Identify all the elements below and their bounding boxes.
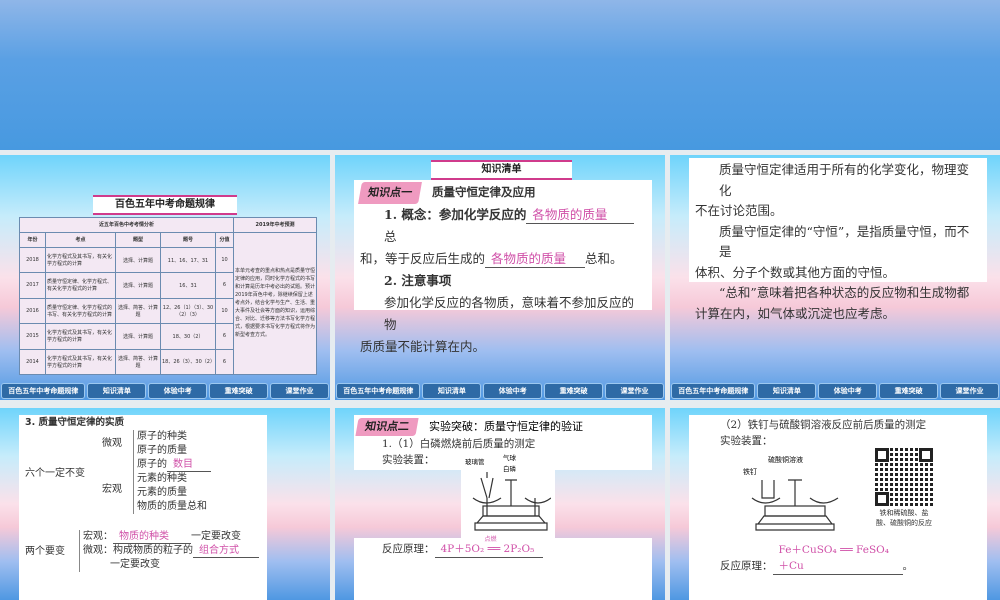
content-box: 3. 质量守恒定律的实质 六个一定不变 微观 宏观 原子的种类 原子的质量 原子… (19, 415, 267, 600)
text: 原子的 (137, 459, 167, 470)
text: 物质的质量总和 (137, 501, 207, 512)
text: 元素的质量 (137, 487, 187, 498)
nav-button[interactable]: 百色五年中考命题规律 (1, 383, 86, 399)
qr-finder (875, 448, 889, 462)
slide-4-thumbnail[interactable]: 3. 质量守恒定律的实质 六个一定不变 微观 宏观 原子的种类 原子的质量 原子… (0, 408, 330, 600)
prediction-text: 本单元考查的重点和热点是质量守恒定律的应用，同时化学方程式的书写和计算是历年中考… (233, 231, 317, 376)
text: （2）铁钉与硫酸铜溶液反应前后质量的测定 (720, 419, 927, 431)
figure-label: 气球 (503, 454, 516, 462)
text: 和，等于反应后生成的 (360, 251, 486, 266)
text: 原子的种类 (137, 431, 187, 442)
col-header: 年份 (19, 231, 46, 248)
answer-blank: 数目 (167, 458, 211, 472)
balance-with-flask-figure (472, 472, 551, 531)
col-header: 分值 (215, 231, 234, 248)
nav-button[interactable]: 知识清单 (87, 383, 147, 399)
reaction-condition: 点燃 (484, 536, 497, 543)
text: 微观： (83, 545, 113, 556)
text: “总和”意味着把各种状态的反应物和生成物都 (719, 285, 970, 300)
answer-blank: 各物质的质量 (526, 207, 635, 224)
nav-button[interactable]: 重难突破 (209, 383, 269, 399)
slide-6-thumbnail[interactable]: （2）铁钉与硫酸铜溶液反应前后质量的测定 实验装置： 铁钉 硫酸铜溶液 铁和稀硫… (670, 408, 1000, 600)
answer-blank: Fe＋CuSO₄ ══ FeSO₄＋Cu (772, 542, 903, 575)
nav-button[interactable]: 体验中考 (483, 383, 543, 399)
nav-button[interactable]: 百色五年中考命题规律 (671, 383, 756, 399)
text: 总和。 (585, 251, 623, 266)
qr-finder (919, 448, 933, 462)
nav-button[interactable]: 重难突破 (544, 383, 604, 399)
answer-blank: 4P＋5O₂ ══ 2P₂O₅ 点燃 (434, 536, 543, 558)
nav-button[interactable]: 课堂作业 (940, 383, 999, 399)
text: 质质量不能计算在内。 (360, 339, 486, 354)
nav-button[interactable]: 百色五年中考命题规律 (336, 383, 421, 399)
top-banner (0, 0, 1000, 150)
answer-blank: 各物质的质量 (485, 251, 586, 268)
slide-1-thumbnail[interactable]: 百色五年中考命题规律 近五年百色中考考情分析 2019年中考预测 年份 考点 题型… (0, 155, 330, 400)
text: 构成物质的粒子的 (113, 545, 193, 556)
nav-button[interactable]: 知识清单 (757, 383, 817, 399)
slide-nav-bar: 百色五年中考命题规律 知识清单 体验中考 重难突破 课堂作业 (670, 383, 1000, 399)
text: 1. 概念：参加化学反应的 (384, 207, 527, 222)
table-caption: 近五年百色中考考情分析 (19, 217, 234, 233)
text: 实验装置： (720, 435, 773, 447)
slide-5-thumbnail[interactable]: 知识点二 实验突破：质量守恒定律的验证 1.（1）白磷燃烧前后质量的测定 实验装置… (335, 408, 665, 600)
nav-button[interactable]: 课堂作业 (605, 383, 664, 399)
text: 不在讨论范围。 (695, 203, 783, 218)
subheading: 2. 注意事项 (384, 273, 452, 288)
text: 一定要改变 (110, 559, 160, 570)
text: 体积、分子个数或其他方面的守恒。 (695, 264, 896, 280)
qr-finder (875, 492, 889, 506)
text: 反应原理： (382, 543, 435, 555)
nav-button[interactable]: 体验中考 (148, 383, 208, 399)
answer-blank: 组合方式 (193, 544, 259, 558)
slide-3-thumbnail[interactable]: 质量守恒定律适用于所有的化学变化，物理变化 不在讨论范围。 质量守恒定律的“守恒… (670, 155, 1000, 400)
content-box: 知识点一 质量守恒定律及应用 1. 概念：参加化学反应的 各物质的质量总 和，等于… (354, 180, 652, 354)
col-header: 考点 (45, 231, 116, 248)
text: 质量守恒定律适用于所有的化学变化，物理变化 (719, 162, 970, 198)
nav-button[interactable]: 课堂作业 (270, 383, 329, 399)
section-title: 实验突破：质量守恒定律的验证 (429, 420, 583, 433)
slide-title: 知识清单 (431, 160, 572, 180)
prediction-caption: 2019年中考预测 (233, 217, 317, 233)
text: 一定要改变 (191, 531, 241, 542)
col-header: 题型 (115, 231, 161, 248)
section-title: 质量守恒定律及应用 (431, 185, 536, 199)
text: 元素的种类 (137, 473, 187, 484)
nav-button[interactable]: 知识清单 (422, 383, 482, 399)
qr-caption: 铁和稀硫酸、盐酸、硫酸铜的反应 (876, 509, 932, 527)
text: 反应原理： (720, 560, 773, 572)
nav-button[interactable]: 重难突破 (879, 383, 939, 399)
text: 质量守恒定律的“守恒”，是指质量守恒，而不是 (719, 223, 970, 260)
text: 宏观 (102, 484, 122, 495)
slide-nav-bar: 百色五年中考命题规律 知识清单 体验中考 重难突破 课堂作业 (335, 383, 665, 399)
text: 宏观： (83, 531, 113, 542)
slide-2-thumbnail[interactable]: 知识清单 知识点一 质量守恒定律及应用 1. 概念：参加化学反应的 各物质的质量总… (335, 155, 665, 400)
text: 参加化学反应的各物质，意味着不参加反应的物 (384, 295, 635, 332)
balance-with-beaker-figure (751, 479, 839, 531)
text: 计算在内，如气体或沉淀也应考虑。 (695, 305, 896, 321)
text: 原子的质量 (137, 445, 187, 456)
text: 1.（1）白磷燃烧前后质量的测定 (382, 438, 536, 450)
content-box: 质量守恒定律适用于所有的化学变化，物理变化 不在讨论范围。 质量守恒定律的“守恒… (689, 158, 987, 321)
text: 总 (384, 229, 397, 244)
figure-label: 硫酸铜溶液 (768, 456, 803, 464)
text: 两个要变 (25, 546, 65, 557)
text: 微观 (102, 438, 122, 449)
exam-analysis-table: 近五年百色中考考情分析 2019年中考预测 年份 考点 题型 题号 分值 本单元考… (19, 217, 317, 376)
col-header: 题号 (160, 231, 216, 248)
subheading: 3. 质量守恒定律的实质 (25, 417, 125, 428)
nav-button[interactable]: 体验中考 (818, 383, 878, 399)
text: 。 (902, 560, 914, 572)
knowledge-point-badge: 知识点二 (355, 418, 419, 436)
slide-title: 百色五年中考命题规律 (93, 195, 237, 215)
answer-blank: 物质的种类 (113, 530, 191, 544)
text: 六个一定不变 (25, 468, 85, 479)
figure-label: 玻璃管 (465, 458, 485, 466)
slide-nav-bar: 百色五年中考命题规律 知识清单 体验中考 重难突破 课堂作业 (0, 383, 330, 399)
knowledge-point-badge: 知识点一 (358, 182, 422, 204)
